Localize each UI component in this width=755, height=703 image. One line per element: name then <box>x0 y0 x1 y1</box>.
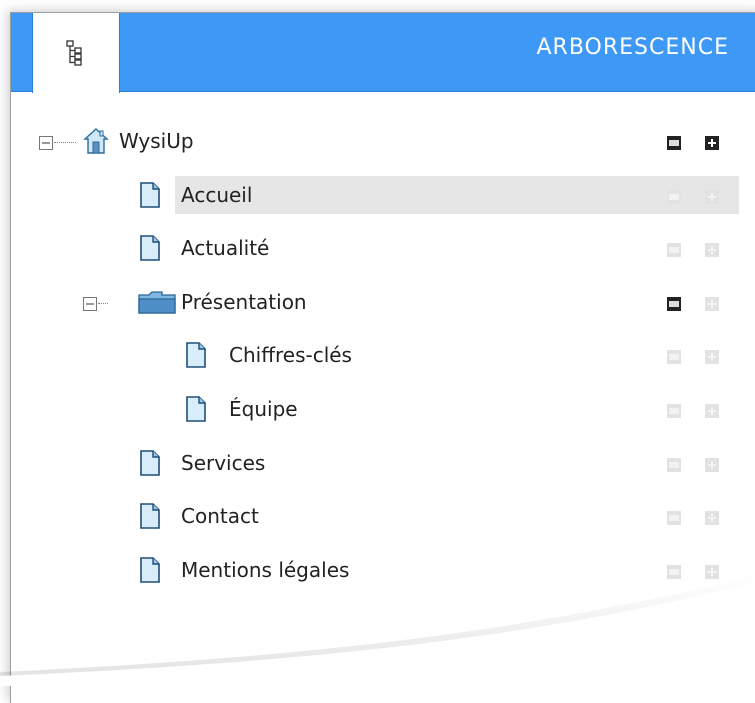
add-page-icon[interactable] <box>705 296 719 315</box>
add-page-icon[interactable] <box>705 564 719 583</box>
add-page-icon[interactable] <box>705 242 719 261</box>
selection-highlight <box>175 176 739 214</box>
add-page-icon[interactable] <box>705 135 719 154</box>
edit-page-icon[interactable] <box>667 564 681 583</box>
tree-panel: ARBORESCENCE WysiUp Accueil Actualité Prése… <box>10 12 755 703</box>
tree-item-label: Accueil <box>181 183 253 207</box>
tree-item-label: Présentation <box>181 290 307 314</box>
add-page-icon[interactable] <box>705 189 719 208</box>
page-icon <box>183 341 209 373</box>
home-icon <box>83 127 109 159</box>
page-icon <box>183 395 209 427</box>
edit-page-icon[interactable] <box>667 242 681 261</box>
page-icon <box>137 181 163 213</box>
tree-item-label: Services <box>181 451 266 475</box>
tree-item-label: WysiUp <box>119 129 194 153</box>
folder-icon <box>137 288 177 320</box>
edit-page-icon[interactable] <box>667 189 681 208</box>
tree-item[interactable]: Actualité <box>11 228 755 268</box>
tree-item-label: Contact <box>181 504 259 528</box>
edit-page-icon[interactable] <box>667 403 681 422</box>
collapse-toggle-icon[interactable] <box>83 296 97 315</box>
collapse-toggle-icon[interactable] <box>39 135 53 154</box>
page-icon <box>137 449 163 481</box>
tree-item[interactable]: Présentation <box>11 282 755 322</box>
edit-page-icon[interactable] <box>667 457 681 476</box>
tree-item[interactable]: Équipe <box>11 389 755 429</box>
edit-page-icon[interactable] <box>667 349 681 368</box>
page-icon <box>137 234 163 266</box>
tree-item[interactable]: Contact <box>11 496 755 536</box>
add-page-icon[interactable] <box>705 457 719 476</box>
tree-item-label: Équipe <box>229 397 298 421</box>
edit-page-icon[interactable] <box>667 135 681 154</box>
tree-icon <box>66 40 82 66</box>
edit-page-icon[interactable] <box>667 510 681 529</box>
tree-item[interactable]: Services <box>11 443 755 483</box>
tree-item[interactable]: Mentions légales <box>11 550 755 590</box>
panel-title: ARBORESCENCE <box>536 35 729 60</box>
add-page-icon[interactable] <box>705 403 719 422</box>
page-icon <box>137 502 163 534</box>
add-page-icon[interactable] <box>705 510 719 529</box>
page-icon <box>137 556 163 588</box>
tree-connector <box>54 142 76 143</box>
tree-item[interactable]: WysiUp <box>11 121 755 161</box>
tree-item-label: Mentions légales <box>181 558 350 582</box>
tree-item[interactable]: Chiffres-clés <box>11 335 755 375</box>
add-page-icon[interactable] <box>705 349 719 368</box>
tree-view-tab[interactable] <box>32 13 120 93</box>
tree-connector <box>98 303 108 304</box>
tree-item-label: Actualité <box>181 236 270 260</box>
tree-item-label: Chiffres-clés <box>229 343 352 367</box>
edit-page-icon[interactable] <box>667 296 681 315</box>
panel-header: ARBORESCENCE <box>11 13 755 93</box>
tree-item[interactable]: Accueil <box>11 175 755 215</box>
